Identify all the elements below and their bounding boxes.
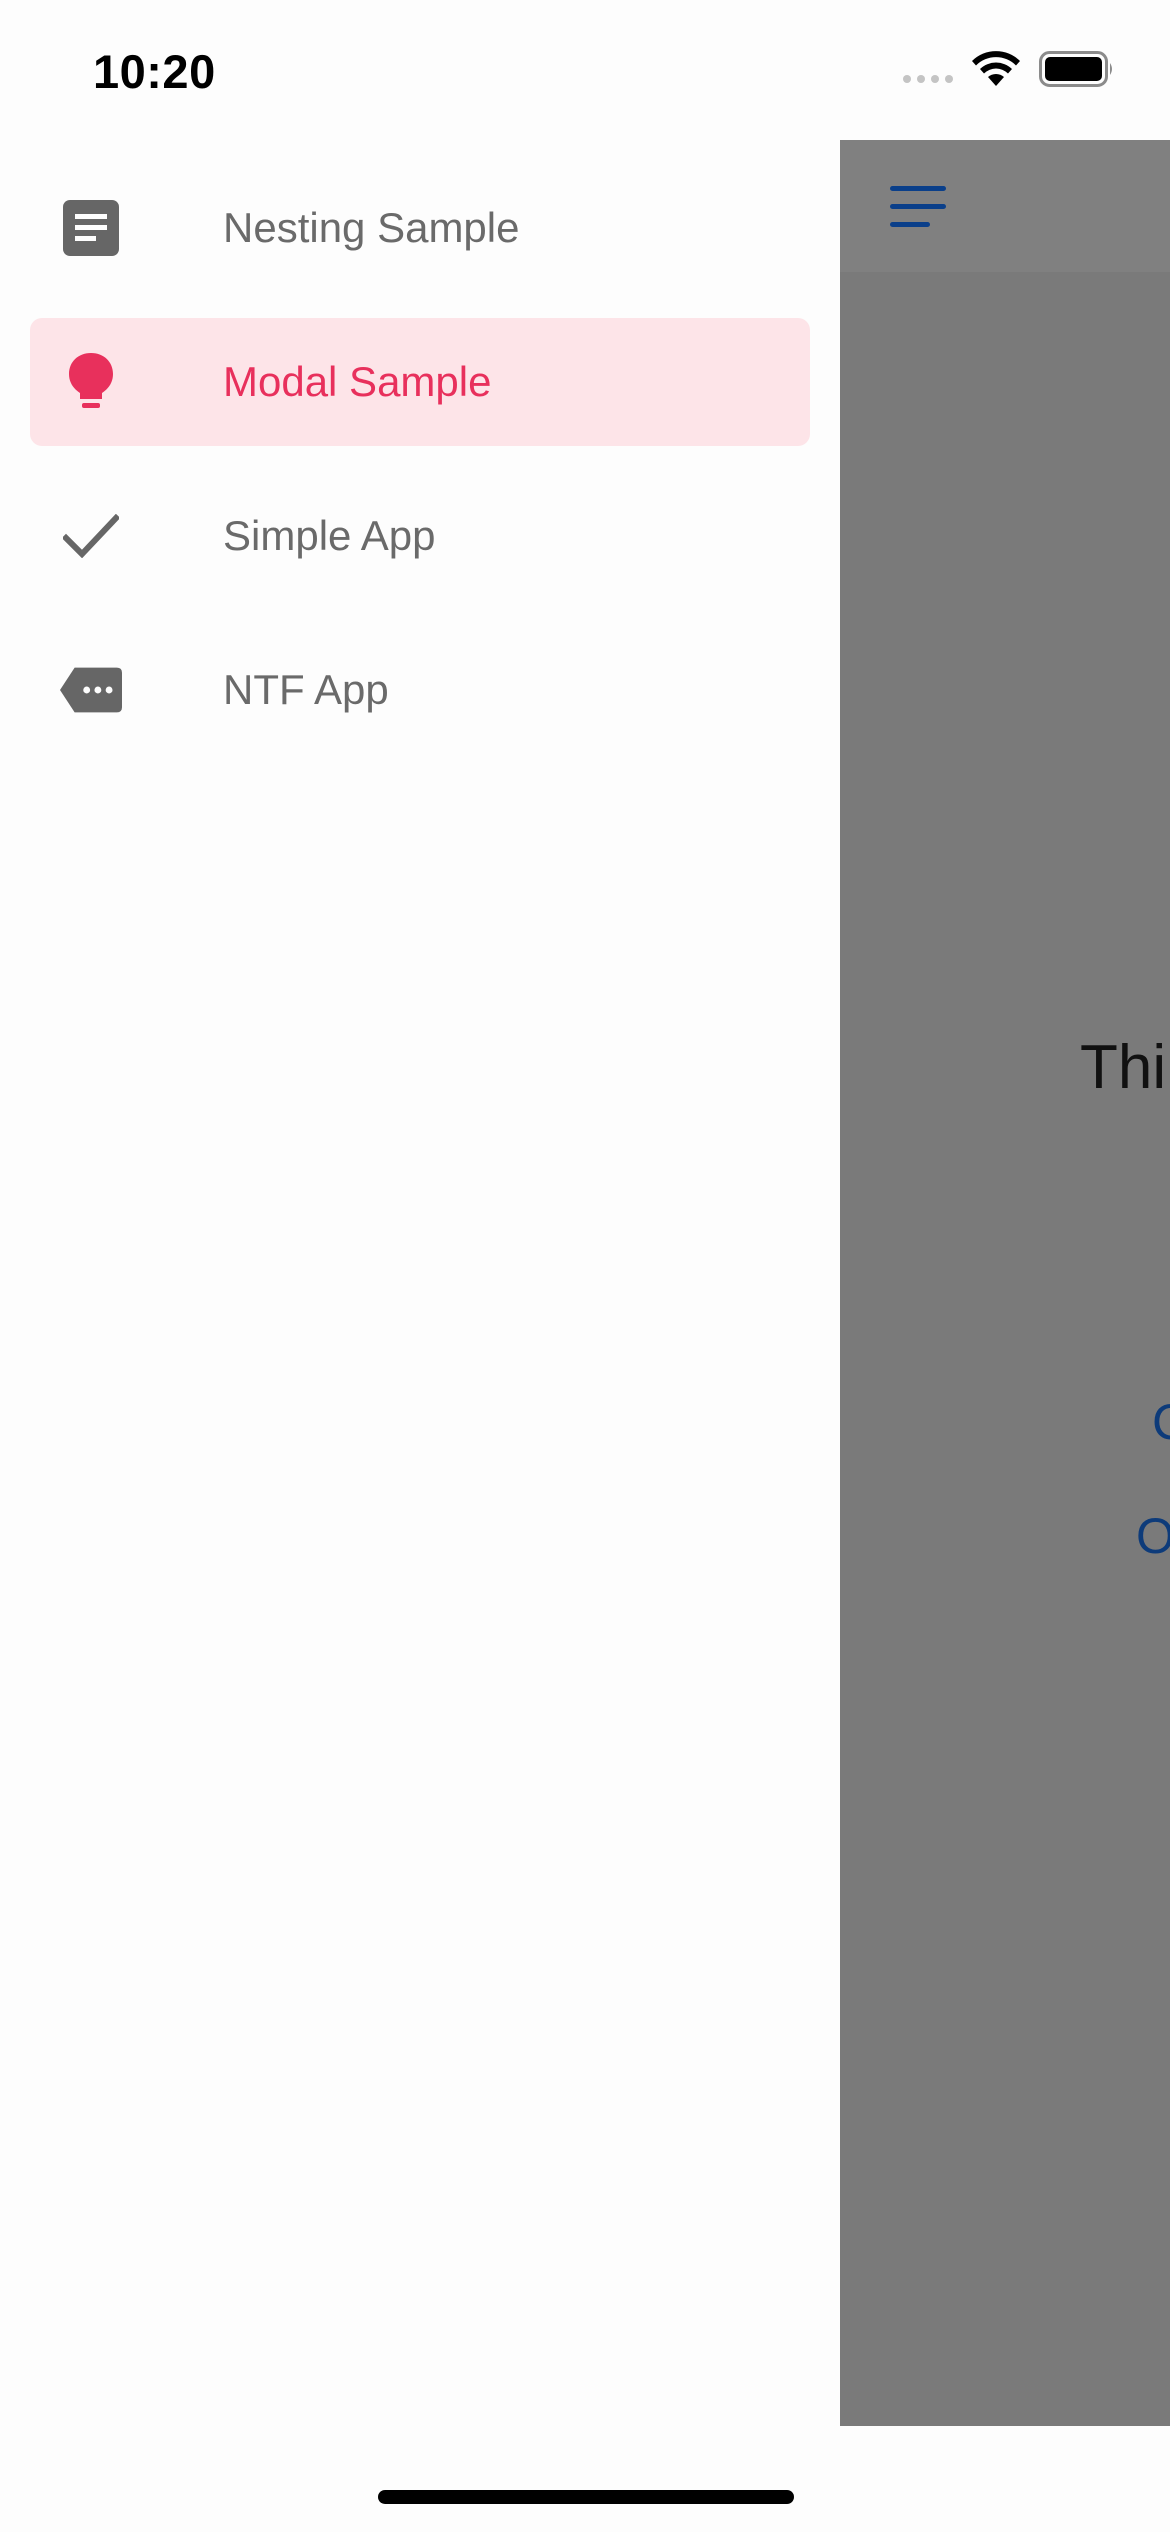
drawer-item-label: Simple App: [223, 512, 436, 559]
drawer-item-modal-sample[interactable]: Modal Sample: [30, 318, 810, 446]
menu-icon[interactable]: [890, 186, 946, 228]
drawer-item-label: Nesting Sample: [223, 204, 520, 251]
lightbulb-icon: [60, 351, 122, 413]
drawer-item-label: Modal Sample: [223, 358, 492, 405]
cellular-signal-icon: [903, 75, 953, 83]
main-link-1[interactable]: C: [1152, 1393, 1170, 1451]
drawer-item-label: NTF App: [223, 666, 389, 713]
drawer-item-simple-app[interactable]: Simple App: [30, 472, 810, 600]
home-indicator[interactable]: [378, 2490, 794, 2504]
checkmark-icon: [60, 505, 122, 567]
main-content-overlay[interactable]: Thi C O: [840, 140, 1170, 2426]
app-screen: 10:20 Nesting Sample Modal Sample Simple…: [0, 0, 1170, 2532]
status-icons: [903, 50, 1115, 88]
document-icon: [60, 197, 122, 259]
label-more-icon: [60, 659, 122, 721]
main-body-text: Thi: [1080, 1033, 1167, 1102]
main-header: [840, 140, 1170, 272]
drawer-item-nesting-sample[interactable]: Nesting Sample: [30, 164, 810, 292]
status-time: 10:20: [93, 45, 216, 98]
navigation-drawer: Nesting Sample Modal Sample Simple App N…: [0, 140, 840, 2426]
status-bar: 10:20: [0, 0, 1170, 140]
bottom-safe-area: [0, 2426, 1170, 2532]
battery-icon: [1039, 51, 1112, 87]
main-link-2[interactable]: O: [1136, 1507, 1170, 1565]
wifi-icon: [972, 51, 1020, 86]
drawer-item-ntf-app[interactable]: NTF App: [30, 626, 810, 754]
